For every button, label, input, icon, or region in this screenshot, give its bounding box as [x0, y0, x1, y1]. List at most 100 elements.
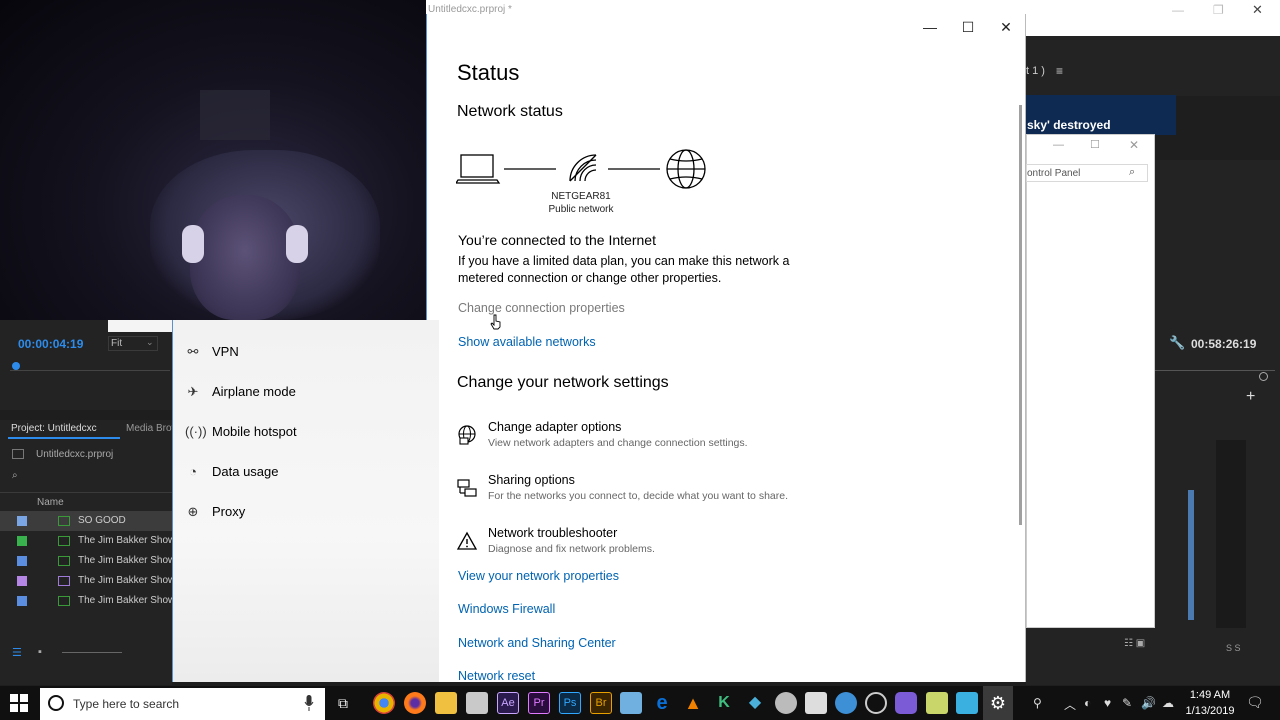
app-icon[interactable] [835, 692, 857, 714]
hand-cursor-icon [490, 314, 501, 330]
tab-project[interactable]: Project: Untitledcxc [11, 423, 97, 434]
microphone-icon[interactable] [304, 695, 314, 711]
data-usage-icon: ◔ [189, 464, 197, 479]
app-icon[interactable] [775, 692, 797, 714]
network-troubleshooter[interactable]: Network troubleshooter Diagnose and fix … [456, 526, 856, 566]
change-adapter-options[interactable]: Change adapter options View network adap… [456, 420, 856, 460]
file-explorer-icon[interactable] [435, 692, 457, 714]
view-network-properties-link[interactable]: View your network properties [458, 569, 619, 583]
timeline-ruler[interactable] [10, 370, 170, 380]
app-icon[interactable] [865, 692, 887, 714]
background-minimize-icon[interactable]: — [1172, 3, 1184, 17]
sequence-tab[interactable]: t 1 ) [1026, 65, 1045, 77]
nav-item-proxy[interactable]: ⊕ Proxy [173, 492, 440, 532]
app-icon[interactable] [956, 692, 978, 714]
nav-item-label: Airplane mode [212, 384, 296, 399]
change-connection-properties-link[interactable]: Change connection properties [458, 301, 625, 315]
project-item[interactable]: The Jim Bakker Show - [0, 571, 181, 591]
playhead-marker[interactable] [12, 362, 20, 370]
page-title: Status [457, 60, 520, 85]
details-view-icon[interactable]: ☷ ▣ [1124, 638, 1145, 649]
app-icon[interactable] [620, 692, 642, 714]
close-button[interactable]: ✕ [996, 18, 1016, 36]
video-headline: sky' destroyed [1027, 118, 1111, 132]
network-type: Public network [548, 204, 614, 215]
laptop-icon [456, 154, 501, 184]
image-icon[interactable] [805, 692, 827, 714]
cp-maximize-icon[interactable]: ☐ [1090, 138, 1100, 151]
app-icon[interactable] [926, 692, 948, 714]
app-icon[interactable] [466, 692, 488, 714]
active-tab-indicator [8, 437, 120, 439]
project-item-label: The Jim Bakker Show - [78, 535, 182, 546]
windows-firewall-link[interactable]: Windows Firewall [458, 602, 555, 616]
sharing-options[interactable]: Sharing options For the networks you con… [456, 473, 856, 513]
network-sharing-center-link[interactable]: Network and Sharing Center [458, 636, 616, 650]
project-item[interactable]: The Jim Bakker Show - [0, 551, 181, 571]
background-close-icon[interactable]: ✕ [1252, 2, 1263, 18]
scrollbar[interactable] [1019, 105, 1022, 525]
tray-app-icon[interactable]: ◐ [1084, 696, 1091, 710]
nav-item-mobile-hotspot[interactable]: ((·)) Mobile hotspot [173, 412, 440, 452]
network-reset-link[interactable]: Network reset [458, 669, 535, 683]
app-icon[interactable]: ◆ [744, 692, 766, 714]
nav-item-label: VPN [212, 344, 239, 359]
nav-item-data-usage[interactable]: ◔ Data usage [173, 452, 440, 492]
volume-icon[interactable]: 🔊 [1141, 696, 1156, 710]
settings-window-edge [426, 14, 439, 320]
after-effects-icon[interactable]: Ae [497, 692, 519, 714]
tab-media-browser[interactable]: Media Brow [126, 423, 179, 434]
project-item[interactable]: The Jim Bakker Show - [0, 531, 181, 551]
show-available-networks-link[interactable]: Show available networks [458, 335, 596, 349]
menu-icon[interactable]: ≡ [1056, 64, 1063, 78]
program-timecode[interactable]: 00:58:26:19 [1191, 337, 1256, 351]
vlc-icon[interactable]: ▲ [682, 692, 704, 714]
source-monitor-controls [0, 320, 172, 410]
search-icon[interactable]: ⌕ [1129, 166, 1135, 179]
chevron-up-icon[interactable]: ︿ [1064, 696, 1076, 713]
people-icon[interactable]: ⚲ [1033, 696, 1042, 710]
zoom-slider[interactable] [62, 652, 122, 653]
clip-icon [58, 576, 70, 586]
chrome-icon[interactable] [373, 692, 395, 714]
photoshop-icon[interactable]: Ps [559, 692, 581, 714]
playhead-timecode[interactable]: 00:00:04:19 [18, 337, 83, 351]
premiere-icon[interactable]: Pr [528, 692, 550, 714]
column-header-name[interactable]: Name [37, 497, 64, 508]
label-color-swatch [17, 536, 27, 546]
icon-view-icon[interactable]: ▪ [38, 646, 42, 658]
clip-icon [58, 596, 70, 606]
firefox-icon[interactable] [404, 692, 426, 714]
app-icon[interactable]: K [713, 692, 735, 714]
settings-gear-icon[interactable]: ⚙ [987, 692, 1009, 714]
search-icon[interactable]: ⌕ [12, 470, 18, 481]
ruler-end-handle[interactable] [1259, 372, 1268, 381]
nav-item-airplane-mode[interactable]: ✈ Airplane mode [173, 372, 440, 412]
task-view-icon[interactable]: ⧉ [338, 695, 348, 712]
minimize-button[interactable]: — [920, 18, 940, 36]
background-maximize-icon[interactable]: ❐ [1213, 3, 1224, 17]
option-title: Sharing options [488, 473, 575, 487]
nav-item-vpn[interactable]: ⚯ VPN [173, 332, 440, 372]
cloud-icon[interactable]: ☁ [1162, 696, 1174, 710]
bridge-icon[interactable]: Br [590, 692, 612, 714]
timeline-ruler-right[interactable] [1155, 370, 1275, 380]
tray-app-icon[interactable]: ♥ [1104, 696, 1111, 710]
edge-icon[interactable]: e [651, 692, 673, 714]
webcam-feed [0, 0, 426, 320]
clock-date[interactable]: 1/13/2019 [1184, 705, 1236, 717]
project-item[interactable]: The Jim Bakker Show - [0, 591, 181, 611]
cp-close-icon[interactable]: ✕ [1129, 138, 1139, 152]
vpn-icon: ⚯ [187, 344, 199, 359]
maximize-button[interactable]: ☐ [958, 18, 978, 36]
list-view-icon[interactable]: ☰ [12, 646, 22, 659]
notifications-icon[interactable]: 🗨 [1246, 694, 1264, 711]
windows-start-icon[interactable] [10, 694, 28, 712]
app-icon[interactable] [895, 692, 917, 714]
clock-time[interactable]: 1:49 AM [1184, 689, 1236, 701]
cp-minimize-icon[interactable]: — [1053, 139, 1064, 151]
project-item[interactable]: SO GOOD [0, 511, 172, 531]
wrench-icon[interactable]: 🔧 [1169, 335, 1185, 351]
tray-app-icon[interactable]: ✎ [1122, 696, 1132, 710]
add-icon[interactable]: + [1246, 388, 1255, 406]
